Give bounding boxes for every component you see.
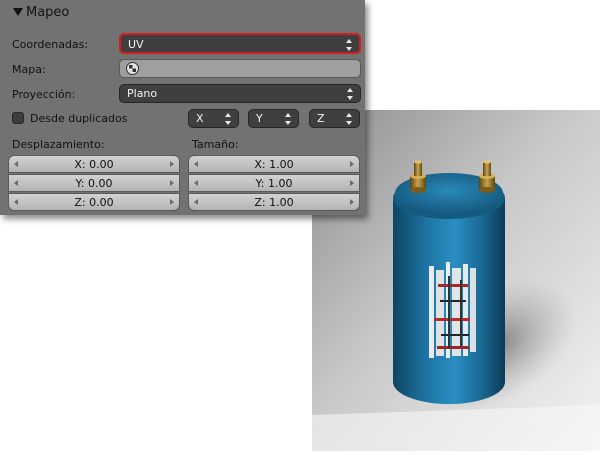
axis-y-value: Y — [256, 112, 263, 125]
tamano-label: Tamaño: — [192, 138, 239, 151]
desplazamiento-z-value: Z: 0.00 — [74, 196, 114, 209]
desplazamiento-label: Desplazamiento: — [12, 138, 105, 151]
updown-arrows-icon — [225, 113, 232, 125]
increment-arrow-icon[interactable] — [170, 199, 174, 205]
mapa-label: Mapa: — [12, 63, 46, 76]
updown-arrows-icon — [346, 39, 353, 51]
capacitor-model — [393, 160, 505, 404]
tamano-z-field[interactable]: Z: 1.00 — [188, 193, 360, 211]
proyeccion-dropdown[interactable]: Plano — [119, 84, 361, 103]
desplazamiento-y-field[interactable]: Y: 0.00 — [8, 174, 180, 192]
proyeccion-label: Proyección: — [12, 88, 76, 101]
desplazamiento-y-value: Y: 0.00 — [75, 177, 113, 190]
mapping-panel: Mapeo Coordenadas: UV Mapa: Proyección: … — [0, 0, 365, 215]
mapa-field[interactable] — [119, 59, 361, 78]
increment-arrow-icon[interactable] — [350, 161, 354, 167]
desplazamiento-z-field[interactable]: Z: 0.00 — [8, 193, 180, 211]
increment-arrow-icon[interactable] — [170, 161, 174, 167]
axis-x-dropdown[interactable]: X — [188, 109, 239, 128]
texture-checker-icon — [126, 62, 139, 75]
desde-duplicados-checkbox[interactable] — [12, 112, 24, 124]
tamano-z-value: Z: 1.00 — [254, 196, 294, 209]
tamano-y-field[interactable]: Y: 1.00 — [188, 174, 360, 192]
desplazamiento-x-field[interactable]: X: 0.00 — [8, 155, 180, 173]
coordenadas-label: Coordenadas: — [12, 38, 89, 51]
increment-arrow-icon[interactable] — [350, 180, 354, 186]
coordenadas-dropdown[interactable]: UV — [119, 33, 361, 54]
updown-arrows-icon — [347, 88, 354, 100]
increment-arrow-icon[interactable] — [170, 180, 174, 186]
axis-z-dropdown[interactable]: Z — [309, 109, 360, 128]
panel-title: Mapeo — [26, 5, 70, 20]
tamano-x-field[interactable]: X: 1.00 — [188, 155, 360, 173]
tamano-y-value: Y: 1.00 — [255, 177, 293, 190]
coordenadas-value: UV — [128, 38, 144, 51]
updown-arrows-icon — [285, 113, 292, 125]
proyeccion-value: Plano — [127, 87, 158, 100]
collapse-triangle-icon[interactable] — [13, 8, 23, 16]
tamano-x-value: X: 1.00 — [254, 158, 294, 171]
updown-arrows-icon — [346, 113, 353, 125]
desde-duplicados-label: Desde duplicados — [30, 112, 128, 125]
axis-x-value: X — [196, 112, 204, 125]
axis-y-dropdown[interactable]: Y — [248, 109, 299, 128]
increment-arrow-icon[interactable] — [350, 199, 354, 205]
axis-z-value: Z — [317, 112, 325, 125]
panel-header[interactable]: Mapeo — [0, 0, 365, 28]
desplazamiento-x-value: X: 0.00 — [74, 158, 114, 171]
